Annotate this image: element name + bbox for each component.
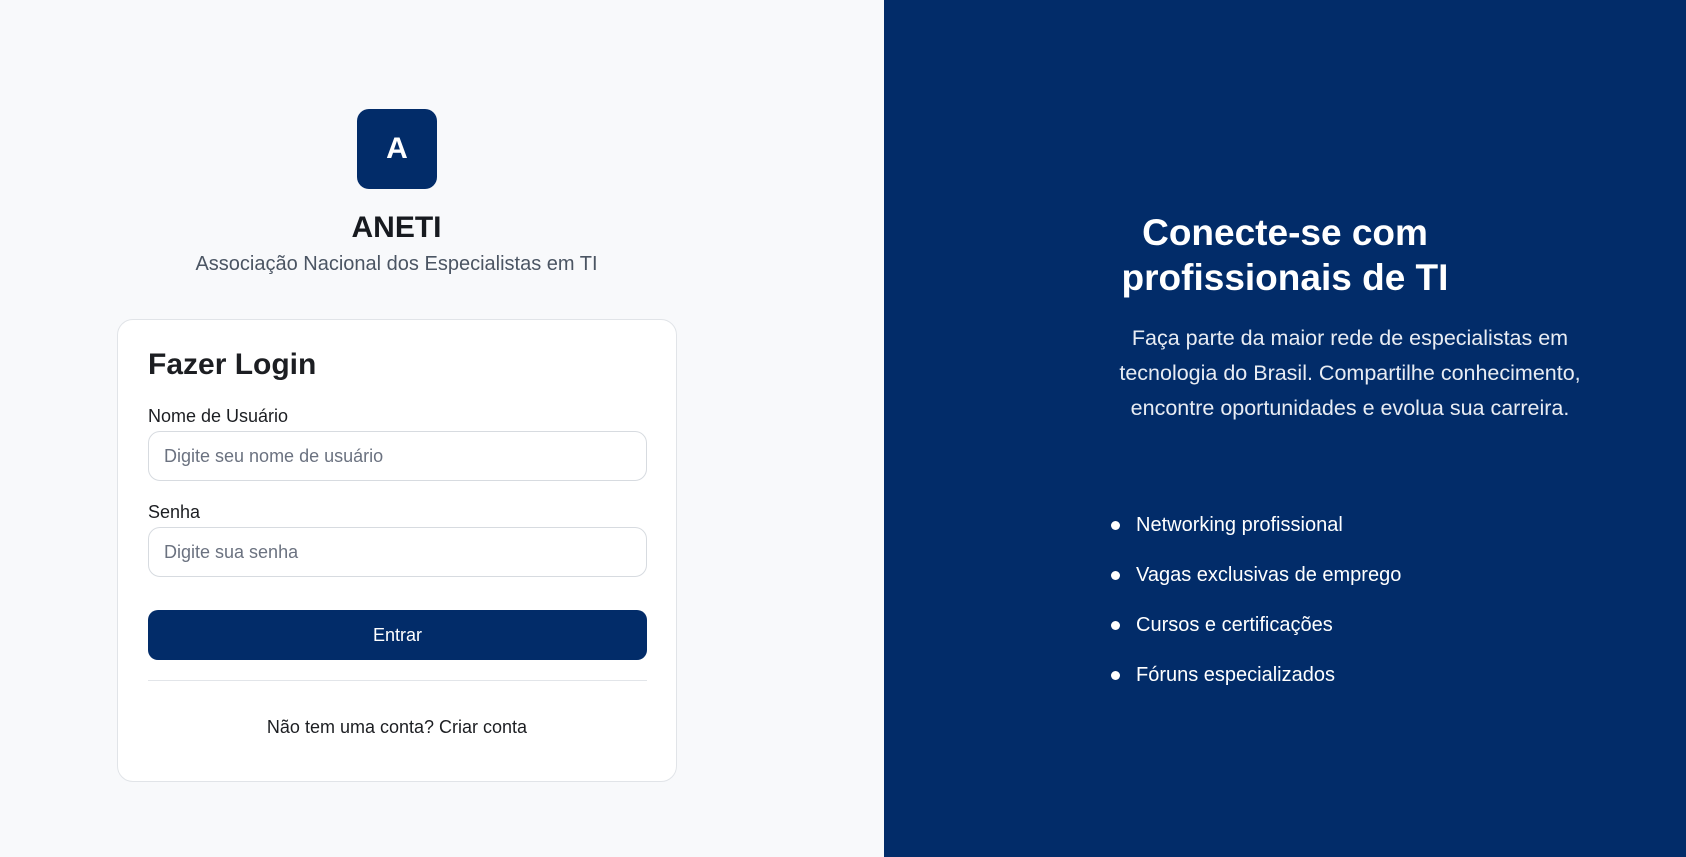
feature-label: Networking profissional	[1136, 513, 1343, 536]
brand-subtitle: Associação Nacional dos Especialistas em…	[195, 253, 598, 275]
hero-title-line1: Conecte-se com	[1142, 212, 1428, 253]
signup-row: Não tem uma conta? Criar conta	[118, 717, 676, 738]
login-panel: A ANETI Associação Nacional dos Especial…	[0, 0, 884, 857]
feature-item: Vagas exclusivas de emprego	[1111, 550, 1401, 600]
logo-letter: A	[386, 132, 408, 165]
feature-item: Fóruns especializados	[1111, 650, 1401, 700]
bullet-icon	[1111, 570, 1120, 580]
username-label: Nome de Usuário	[148, 406, 289, 426]
signup-prompt: Não tem uma conta?	[266, 717, 435, 737]
login-card: Fazer Login Nome de Usuário Senha Entrar…	[117, 319, 677, 782]
login-page: A ANETI Associação Nacional dos Especial…	[0, 0, 1686, 857]
feature-list: Networking profissional Vagas exclusivas…	[1111, 500, 1401, 700]
feature-item: Cursos e certificações	[1111, 600, 1401, 650]
hero-description: Faça parte da maior rede de especialista…	[1119, 326, 1581, 420]
brand-name: ANETI	[351, 211, 442, 244]
login-button[interactable]: Entrar	[148, 610, 647, 660]
bullet-icon	[1111, 620, 1120, 630]
feature-label: Vagas exclusivas de emprego	[1136, 563, 1402, 586]
hero-panel: Conecte-se com profissionais de TI Faça …	[884, 0, 1686, 857]
password-input[interactable]	[148, 527, 647, 577]
hero-title: Conecte-se com profissionais de TI	[884, 210, 1686, 300]
password-label: Senha	[148, 502, 201, 522]
username-input[interactable]	[148, 431, 647, 481]
hero-title-line2: profissionais de TI	[1121, 257, 1449, 298]
card-divider	[148, 680, 647, 681]
login-title: Fazer Login	[148, 348, 317, 381]
bullet-icon	[1111, 670, 1120, 680]
brand-logo: A	[357, 109, 437, 189]
feature-label: Cursos e certificações	[1136, 613, 1333, 636]
bullet-icon	[1111, 520, 1120, 530]
feature-item: Networking profissional	[1111, 500, 1401, 550]
create-account-link[interactable]: Criar conta	[439, 717, 527, 737]
feature-label: Fóruns especializados	[1136, 663, 1335, 686]
